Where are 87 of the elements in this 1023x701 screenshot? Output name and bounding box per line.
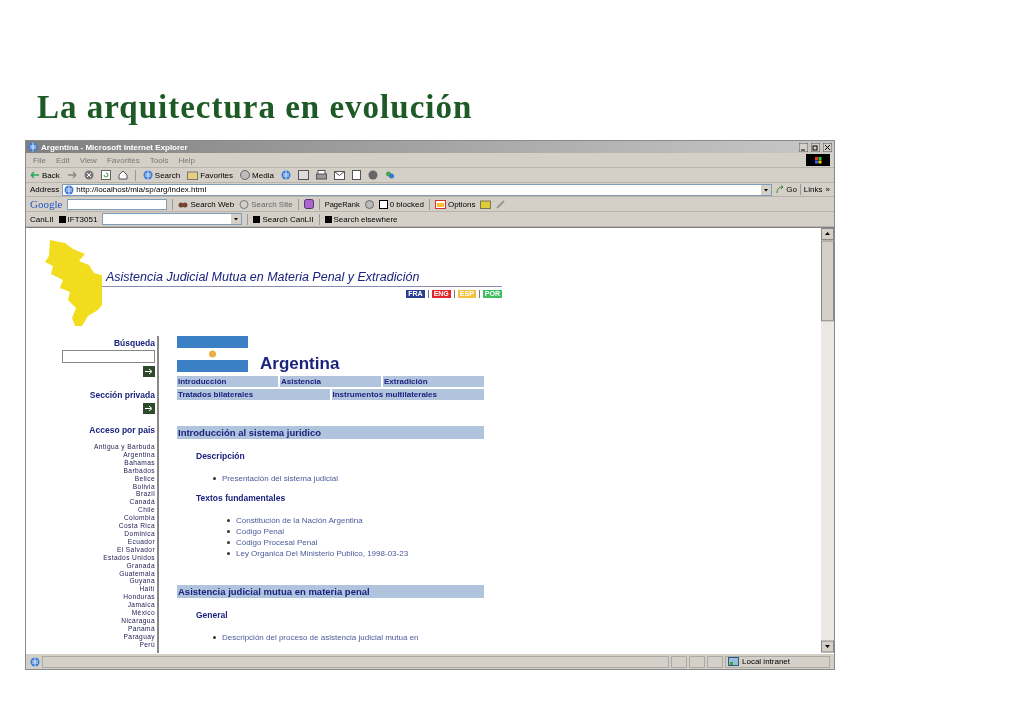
windows-logo-icon [806,154,830,166]
minimize-icon[interactable] [799,142,808,152]
home-icon[interactable] [117,170,128,180]
document-link[interactable]: Código Procesal Penal [236,537,318,548]
search-button[interactable]: Search [142,170,181,180]
people-icon[interactable] [384,170,395,180]
subsection-title: Descripción [196,451,246,461]
browser-icon [28,142,38,152]
section-title: Introducción al sistema juridico [177,426,484,439]
search-label: Búsqueda [113,338,155,348]
page-status-icon [30,656,40,667]
status-panel [707,655,723,668]
back-arrow-icon [30,171,40,179]
document-link[interactable]: Descripción del proceso de asistencia judicial mutua en [222,632,419,643]
go-button[interactable]: Go [775,185,797,194]
media-button[interactable]: Media [240,170,274,180]
nav-tab[interactable]: Instrumentos multilaterales [331,389,484,400]
search-elsewhere-button[interactable]: Search elsewhere [324,214,398,224]
arrow-icon [145,405,153,412]
search-web-button[interactable]: Search Web [178,199,235,209]
popup-blocker-button[interactable]: 0 blocked [378,199,424,209]
window-title: Argentina - Microsoft Internet Explorer [41,142,189,152]
bullet-icon [213,477,216,480]
status-panel [671,655,687,668]
address-label: Address [30,185,60,194]
zone-label: Local intranet [742,657,791,666]
info-icon[interactable] [364,199,374,209]
canlii-search-field[interactable] [102,213,243,225]
options-icon [434,199,446,209]
nav-tab[interactable]: Extradición [383,376,484,387]
dropdown-icon [231,214,242,224]
back-button[interactable]: Back [30,170,60,180]
more-button[interactable]: » [825,185,830,194]
mail-icon[interactable] [333,170,345,180]
intranet-icon [728,657,739,666]
bullet-icon [213,636,216,639]
binoculars-icon [178,200,189,208]
bullet-icon [227,530,230,533]
countries-label: Acceso por pais [89,425,155,435]
google-search-field[interactable] [67,198,168,210]
bullet-icon [227,552,230,555]
country-title: Argentina [260,355,340,372]
section-title: Asistencia judicial mutua en materia penal [177,585,484,598]
favorites-button[interactable]: Favorites [187,170,234,180]
private-section-label: Sección privada [89,390,155,400]
status-panel [689,655,705,668]
close-icon[interactable] [823,142,832,152]
address-field[interactable]: http://localhost/mla/sp/arg/index.html [62,183,773,196]
folder-icon [187,170,199,180]
window-icon [378,199,388,209]
refresh-icon[interactable] [100,170,111,180]
search-field[interactable] [62,350,155,363]
course-button[interactable]: IFT3051 [58,214,98,224]
site-search-icon [239,199,250,209]
go-arrow-icon [775,185,785,194]
print-icon[interactable] [315,170,327,180]
nav-tab[interactable]: Introducción [177,376,278,387]
folder-icon[interactable] [480,199,492,209]
bullet-icon [227,519,230,522]
bullet-icon [227,541,230,544]
search-site-button[interactable]: Search Site [239,199,293,209]
search-icon [142,170,153,180]
nav-tab[interactable]: Asistencia [280,376,381,387]
search-go-button[interactable] [143,366,155,377]
options-button[interactable]: Options [434,199,476,209]
subsection-title: General [196,610,229,620]
vertical-scrollbar[interactable] [821,228,834,653]
document-link[interactable]: Constitución de la Nación Argentina [236,515,363,526]
links-button[interactable]: Links [803,185,823,194]
canlii-label: CanLII [30,214,54,224]
document-link[interactable]: Codigo Penal [236,526,285,537]
slide-title: La arquitectura en evolución [37,88,474,126]
private-go-button[interactable] [143,403,155,414]
restore-icon[interactable] [811,142,820,152]
subsection-title: Textos fundamentales [196,493,287,503]
arrow-icon [145,368,153,375]
stop-icon[interactable] [83,170,94,180]
document-link[interactable]: Ley Organica Del Ministerio Publico, 1998-03-23 [236,548,409,559]
site-title: Asistencia Judicial Mutua en Materia Penal y Extradición [102,270,502,287]
forward-arrow-icon[interactable] [66,171,77,179]
media-icon [240,170,251,180]
page-icon [64,184,75,195]
dropdown-icon [761,184,772,195]
google-menu[interactable]: Google [30,198,63,210]
search-canlii-button[interactable]: Search CanLII [253,214,314,224]
nav-tab[interactable]: Tratados bilaterales [177,389,330,400]
document-link[interactable]: Presentación del sistema judicial [222,473,339,484]
